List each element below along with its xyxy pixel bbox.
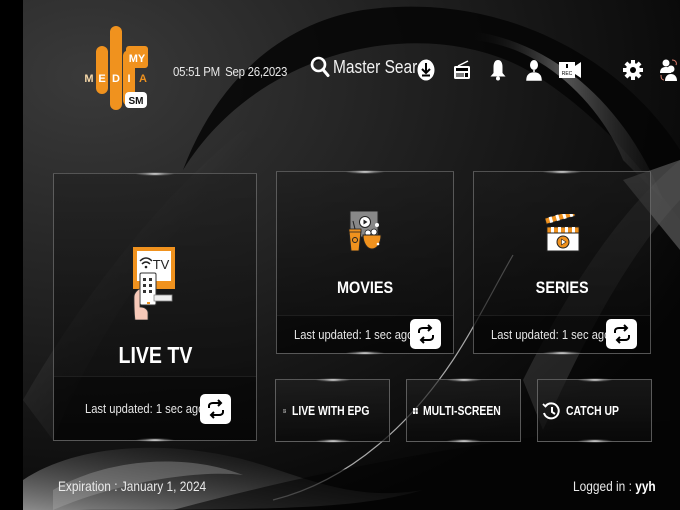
refresh-icon — [417, 324, 434, 344]
last-updated-movies: Last updated: 1 sec ago — [294, 327, 414, 342]
switch-user-icon — [660, 59, 677, 81]
tile-live-tv[interactable]: TV LIVE TV Last updated: 1 sec ago — [53, 172, 257, 442]
refresh-button-live-tv[interactable] — [200, 394, 231, 424]
last-updated-live-tv: Last updated: 1 sec ago — [85, 401, 205, 416]
radio-icon — [454, 60, 470, 79]
tile-movies[interactable]: MOVIES Last updated: 1 sec ago — [276, 170, 454, 355]
logo-badge: SM — [129, 96, 144, 107]
last-updated-series: Last updated: 1 sec ago — [491, 327, 611, 342]
radio-button[interactable] — [450, 57, 474, 83]
multi-screen-label: MULTI-SCREEN — [422, 403, 501, 418]
recordings-icon: REC — [559, 62, 581, 78]
user-icon — [526, 60, 542, 81]
tile-title-movies: MOVIES — [336, 278, 394, 297]
svg-text:TV: TV — [153, 257, 170, 272]
logged-in-label: Logged in : — [573, 478, 636, 494]
switch-user-button[interactable] — [657, 57, 680, 83]
download-button[interactable] — [414, 57, 438, 83]
epg-book-icon — [283, 408, 287, 413]
svg-text:A: A — [139, 73, 147, 85]
tile-title-live-tv: LIVE TV — [118, 342, 192, 368]
live-tv-icon: TV — [133, 247, 175, 320]
expiration-text: Expiration : January 1, 2024 — [58, 478, 207, 494]
recordings-button[interactable]: REC — [557, 57, 583, 83]
clock-time: 05:51 PM — [173, 64, 220, 79]
movies-icon — [348, 211, 382, 251]
grid-icon — [413, 407, 418, 414]
clock: 05:51 PM Sep 26,2023 — [173, 64, 292, 79]
svg-text:REC: REC — [562, 71, 573, 77]
live-with-epg-label: LIVE WITH EPG — [292, 403, 370, 418]
download-icon — [417, 59, 435, 81]
app-logo: MY M E D I A SM — [85, 26, 148, 110]
multi-screen-button[interactable]: MULTI-SCREEN — [406, 378, 521, 443]
svg-text:D: D — [112, 73, 120, 85]
app-screen: MY M E D I A SM 05:51 PM Sep 26,2023 Mast… — [23, 0, 680, 510]
account-button[interactable] — [522, 57, 546, 83]
tile-series[interactable]: SERIES Last updated: 1 sec ago — [473, 170, 651, 355]
gear-icon — [623, 60, 643, 80]
catch-up-button[interactable]: CATCH UP — [537, 378, 652, 443]
refresh-button-series[interactable] — [606, 319, 637, 349]
logo-my: MY — [129, 53, 146, 65]
settings-button[interactable] — [621, 57, 645, 83]
username: yyh — [635, 478, 656, 494]
svg-text:I: I — [127, 73, 130, 85]
refresh-icon — [613, 324, 630, 344]
refresh-icon — [207, 399, 224, 419]
catch-up-label: CATCH UP — [566, 403, 619, 418]
clock-date: Sep 26,2023 — [225, 64, 288, 79]
search-icon — [310, 56, 330, 77]
tile-title-series: SERIES — [535, 278, 589, 297]
notifications-button[interactable] — [486, 57, 510, 83]
live-with-epg-button[interactable]: LIVE WITH EPG — [275, 378, 390, 443]
refresh-button-movies[interactable] — [410, 319, 441, 349]
svg-text:M: M — [85, 73, 94, 85]
bell-icon — [490, 60, 506, 81]
history-icon — [542, 401, 560, 419]
svg-text:E: E — [98, 73, 105, 85]
logged-in-status: Logged in : yyh — [573, 478, 656, 494]
series-icon — [545, 214, 580, 252]
